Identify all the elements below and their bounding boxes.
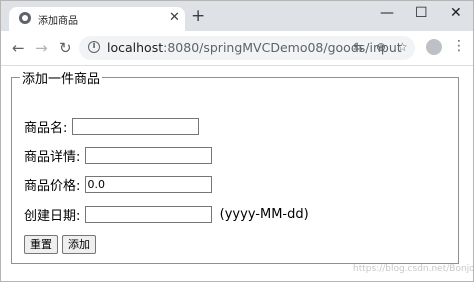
name-row: 商品名:: [24, 117, 199, 136]
reset-button[interactable]: 重置: [24, 235, 58, 254]
browser-window: 添加商品 ✕ + — ☐ ✕ ← → ↻ i localhost:8080/sp…: [0, 0, 474, 282]
info-icon[interactable]: i: [88, 41, 100, 53]
detail-row: 商品详情:: [24, 146, 212, 165]
menu-icon[interactable]: ⋮: [452, 37, 466, 55]
back-icon[interactable]: ←: [12, 39, 25, 57]
new-tab-button[interactable]: +: [191, 7, 205, 25]
date-label: 创建日期:: [24, 209, 81, 224]
name-label: 商品名:: [24, 121, 68, 136]
translate-icon[interactable]: ⇆: [353, 39, 363, 55]
avatar-icon[interactable]: [426, 39, 442, 55]
date-input[interactable]: [84, 206, 212, 223]
submit-button[interactable]: 添加: [62, 235, 96, 254]
detail-label: 商品详情:: [24, 150, 81, 165]
star-icon[interactable]: ☆: [397, 39, 408, 55]
name-input[interactable]: [71, 118, 199, 135]
form-legend: 添加一件商品: [22, 72, 101, 87]
minimize-icon[interactable]: —: [380, 5, 394, 21]
zoom-icon[interactable]: ⊕: [376, 39, 386, 55]
watermark: https://blog.csdn.net/Bonjou...: [353, 264, 474, 274]
browser-toolbar: ← → ↻ i localhost:8080/springMVCDemo08/g…: [1, 31, 473, 66]
tab-title: 添加商品: [38, 16, 78, 27]
globe-icon: [19, 12, 31, 24]
close-window-icon[interactable]: ✕: [450, 5, 462, 21]
page-content: 添加一件商品 商品名: 商品详情: 商品价格: 创建日期: (yyyy-MM-d…: [1, 66, 473, 281]
price-row: 商品价格:: [24, 175, 212, 194]
maximize-icon[interactable]: ☐: [415, 5, 428, 21]
date-format-hint: (yyyy-MM-dd): [219, 207, 309, 222]
detail-input[interactable]: [84, 147, 212, 164]
address-bar[interactable]: i localhost:8080/springMVCDemo08/goods/i…: [79, 36, 415, 60]
tab-add-goods[interactable]: 添加商品 ✕: [9, 7, 185, 31]
price-input[interactable]: [84, 176, 212, 193]
goods-form: 添加一件商品 商品名: 商品详情: 商品价格: 创建日期: (yyyy-MM-d…: [11, 68, 459, 264]
tab-strip: 添加商品 ✕ + — ☐ ✕: [1, 1, 473, 31]
forward-icon[interactable]: →: [35, 39, 48, 57]
close-tab-icon[interactable]: ✕: [169, 10, 180, 26]
date-row: 创建日期: (yyyy-MM-dd): [24, 205, 309, 224]
reload-icon[interactable]: ↻: [59, 39, 72, 57]
price-label: 商品价格:: [24, 179, 81, 194]
